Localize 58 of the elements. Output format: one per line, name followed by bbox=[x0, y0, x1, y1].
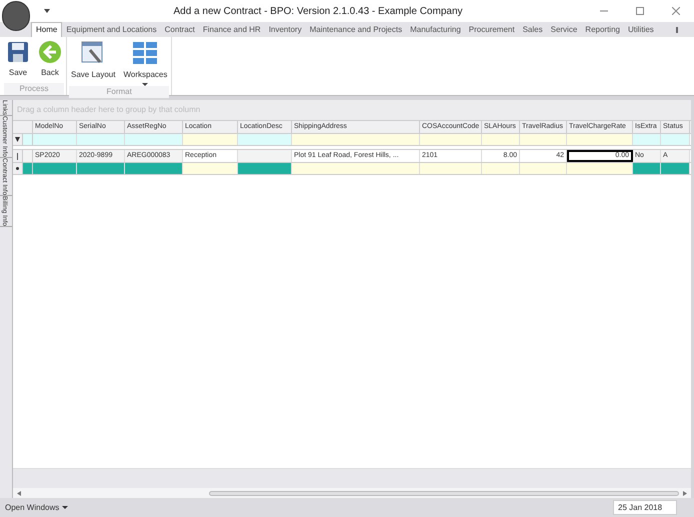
maximize-icon[interactable] bbox=[636, 7, 644, 15]
group-label: Format bbox=[106, 86, 132, 98]
ribbon-tab[interactable]: Utilities bbox=[624, 22, 658, 37]
close-icon[interactable] bbox=[672, 7, 680, 15]
date-field[interactable]: 25 Jan 2018 bbox=[613, 500, 677, 515]
ribbon-button[interactable]: Save bbox=[4, 40, 32, 79]
filter-cell[interactable] bbox=[661, 134, 690, 145]
new-row-cell[interactable] bbox=[292, 163, 420, 174]
new-row-cell[interactable] bbox=[633, 163, 661, 174]
new-row-cell[interactable] bbox=[23, 163, 33, 174]
new-row-cell[interactable] bbox=[420, 163, 482, 174]
ribbon-tab[interactable]: Service bbox=[546, 22, 582, 37]
ribbon-button[interactable]: Workspaces bbox=[121, 40, 170, 86]
dropdown-caret-icon[interactable] bbox=[44, 9, 50, 13]
scroll-right-icon[interactable] bbox=[683, 490, 687, 496]
logo-icon[interactable] bbox=[2, 1, 30, 31]
new-row-cell[interactable] bbox=[77, 163, 125, 174]
filter-cell[interactable] bbox=[183, 134, 238, 145]
filter-cell[interactable] bbox=[520, 134, 567, 145]
open-windows-menu[interactable]: Open Windows bbox=[5, 502, 68, 514]
new-row-icon bbox=[16, 167, 19, 170]
filter-cell[interactable] bbox=[633, 134, 661, 145]
filter-cell[interactable] bbox=[482, 134, 520, 145]
ribbon-button[interactable]: Save Layout bbox=[69, 40, 118, 81]
ribbon-tab[interactable]: Procurement bbox=[464, 22, 519, 37]
filter-cell[interactable] bbox=[33, 134, 77, 145]
scroll-left-icon[interactable] bbox=[17, 490, 21, 496]
new-row-cell[interactable] bbox=[183, 163, 238, 174]
group-label: Process bbox=[20, 83, 48, 95]
filter-cell[interactable] bbox=[238, 134, 292, 145]
new-row-cell[interactable] bbox=[125, 163, 183, 174]
ribbon-tab[interactable]: Finance and HR bbox=[198, 22, 265, 37]
filter-cell[interactable] bbox=[567, 134, 633, 145]
new-row-cell[interactable] bbox=[33, 163, 77, 174]
new-row-cell[interactable] bbox=[520, 163, 567, 174]
ribbon-tab[interactable]: Maintenance and Projects bbox=[306, 22, 406, 37]
tiles-icon bbox=[131, 40, 160, 66]
ribbon-tab[interactable]: Inventory bbox=[264, 22, 306, 37]
ribbon-tab[interactable]: Equipment and Locations bbox=[62, 22, 161, 37]
filter-cell[interactable] bbox=[420, 134, 482, 145]
filter-cell[interactable] bbox=[292, 134, 420, 145]
window-title: Add a new Contract - BPO: Version 2.1.0.43 - Example Company bbox=[172, 4, 464, 18]
new-row-cell[interactable] bbox=[567, 163, 633, 174]
new-row-cell[interactable] bbox=[482, 163, 520, 174]
filter-cell[interactable] bbox=[23, 134, 33, 145]
ribbon-tab[interactable]: Contract bbox=[160, 22, 199, 37]
scrollbar-thumb[interactable] bbox=[209, 490, 679, 496]
ribbon-tab[interactable]: Sales bbox=[518, 22, 547, 37]
filter-cell[interactable] bbox=[77, 134, 125, 145]
ribbon-tab[interactable]: Reporting bbox=[581, 22, 624, 37]
filter-cell[interactable] bbox=[125, 134, 183, 145]
ribbon-tab[interactable]: Manufacturing bbox=[406, 22, 465, 37]
filter-icon bbox=[15, 137, 20, 142]
new-row-cell[interactable] bbox=[238, 163, 292, 174]
ribbon-tab[interactable]: Home bbox=[31, 22, 62, 37]
edit-cursor-icon bbox=[17, 152, 18, 160]
ribbon-button[interactable]: Back bbox=[36, 40, 64, 79]
new-row-cell[interactable] bbox=[661, 163, 690, 174]
